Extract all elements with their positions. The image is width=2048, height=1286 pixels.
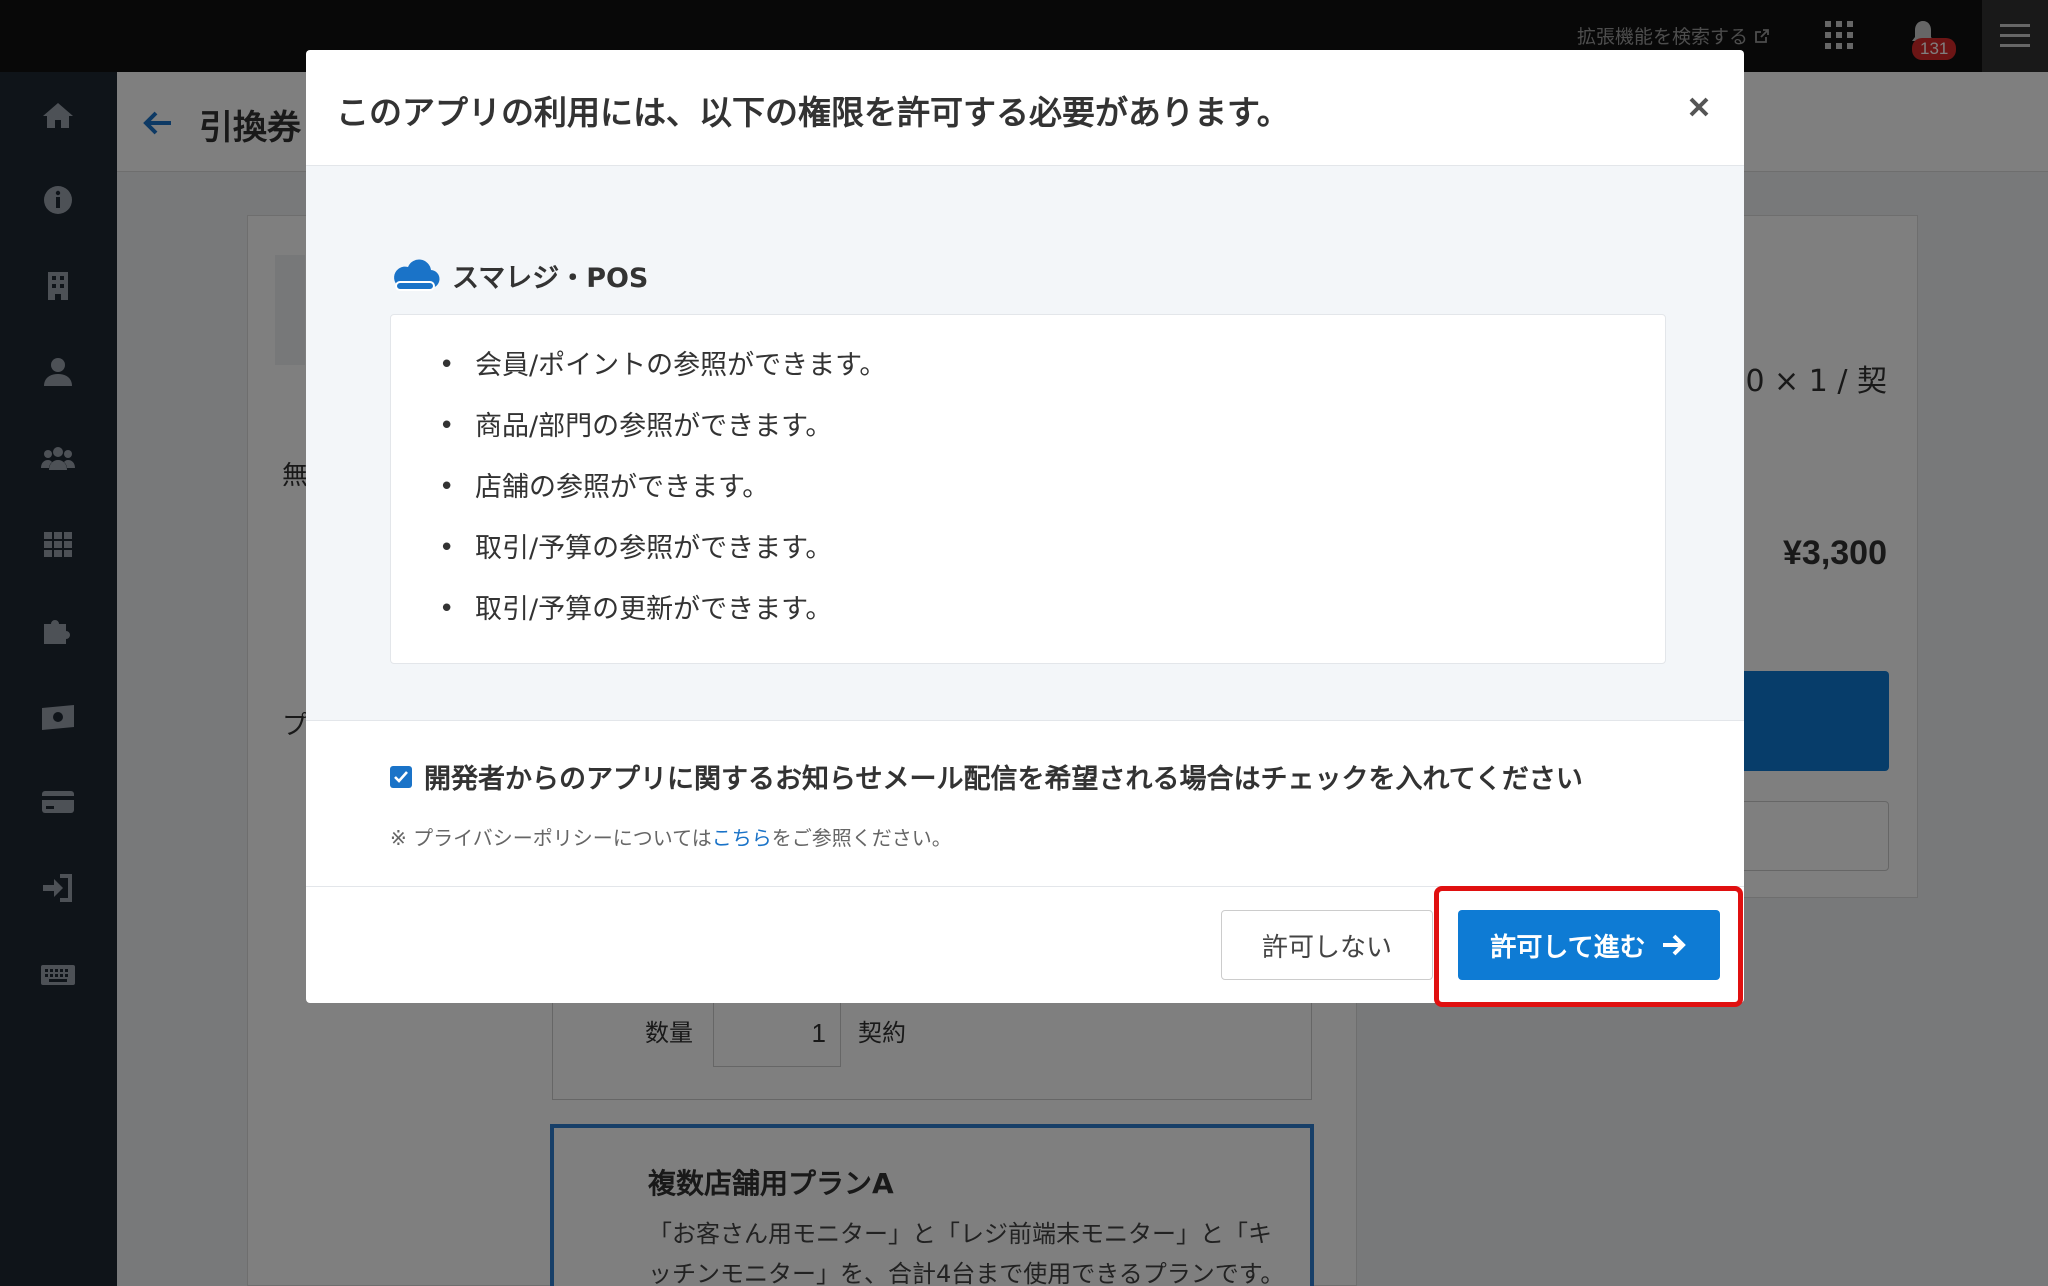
notify-checkbox[interactable]: [390, 765, 412, 788]
permission-item: 取引/予算の参照ができます。: [391, 518, 1665, 579]
permission-item: 店舗の参照ができます。: [391, 457, 1665, 518]
permission-list: 会員/ポイントの参照ができます。 商品/部門の参照ができます。 店舗の参照ができ…: [390, 314, 1666, 664]
modal-header: このアプリの利用には、以下の権限を許可する必要があります。: [306, 50, 1744, 166]
permission-item: 商品/部門の参照ができます。: [391, 396, 1665, 457]
permission-item: 会員/ポイントの参照ができます。: [391, 335, 1665, 396]
privacy-note: ※ プライバシーポリシーについてはこちらをご参照ください。: [390, 822, 952, 851]
service-row: スマレジ・POS: [390, 256, 648, 295]
notify-label[interactable]: 開発者からのアプリに関するお知らせメール配信を希望される場合はチェックを入れてく…: [424, 757, 1583, 796]
modal-body: スマレジ・POS 会員/ポイントの参照ができます。 商品/部門の参照ができます。…: [306, 166, 1744, 721]
privacy-link[interactable]: こちら: [712, 826, 772, 850]
permission-modal: このアプリの利用には、以下の権限を許可する必要があります。 スマレジ・POS 会…: [306, 50, 1744, 1003]
privacy-suffix: をご参照ください。: [771, 826, 952, 850]
notify-option: 開発者からのアプリに関するお知らせメール配信を希望される場合はチェックを入れてく…: [390, 757, 1583, 796]
service-name: スマレジ・POS: [452, 263, 649, 294]
check-icon: [394, 770, 408, 783]
privacy-prefix: ※ プライバシーポリシーについては: [390, 826, 712, 850]
permission-item: 取引/予算の更新ができます。: [391, 579, 1665, 640]
close-icon[interactable]: [1684, 92, 1714, 122]
highlight-frame: [1434, 886, 1743, 1007]
modal-title: このアプリの利用には、以下の権限を許可する必要があります。: [336, 93, 1290, 132]
deny-button[interactable]: 許可しない: [1221, 910, 1433, 980]
cloud-icon: [394, 259, 440, 291]
deny-label: 許可しない: [1261, 932, 1392, 963]
